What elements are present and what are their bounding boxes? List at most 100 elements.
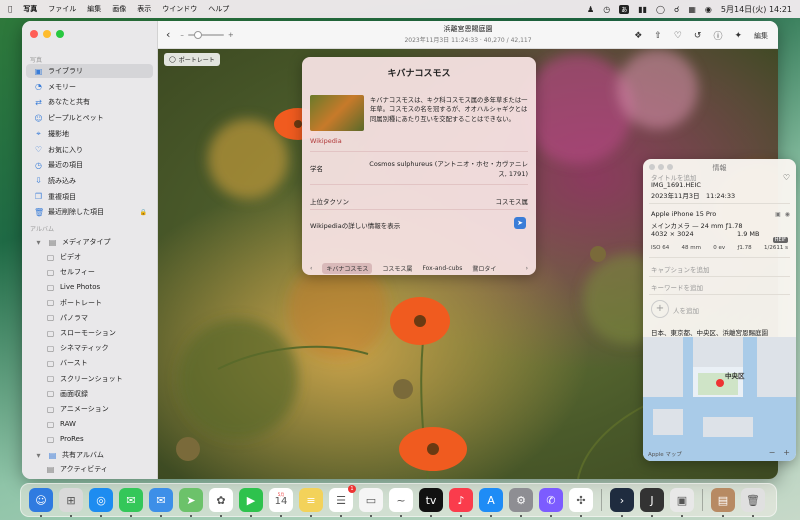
sidebar-item-live-photo[interactable]: ▢ Live Photos (38, 280, 153, 294)
sidebar-item-import[interactable]: ⇩ 読み込み (26, 174, 153, 188)
rotate-icon[interactable]: ↺ (694, 31, 702, 41)
chevron-left-icon[interactable]: ‹ (310, 265, 312, 272)
minimize-button[interactable] (43, 30, 51, 38)
favorite-heart-icon[interactable]: ♡ (674, 31, 682, 41)
sidebar-item-animation[interactable]: ▢ アニメーション (38, 402, 153, 416)
menu-photos[interactable]: 写真 (23, 4, 37, 14)
sidebar-item-portrait[interactable]: ▢ ポートレート (38, 296, 153, 310)
apple-menu-icon[interactable]:  (8, 5, 12, 13)
zoom-slider[interactable]: – + (180, 30, 234, 39)
reminders-app[interactable]: ☰ 1 (329, 485, 356, 517)
visual-lookup-icon[interactable]: ❖ (634, 31, 642, 41)
map-zoom-out-button[interactable]: − (769, 448, 776, 457)
sidebar-item-raw[interactable]: ▢ RAW (38, 417, 153, 431)
jetbrains-app[interactable]: J (640, 488, 664, 517)
downloads-stack[interactable]: ▤ (711, 488, 735, 517)
sidebar-item-duplicates[interactable]: ❐ 重複項目 (26, 190, 153, 204)
zoom-button[interactable] (56, 30, 64, 38)
maps-app[interactable]: ➤ (179, 488, 203, 517)
sidebar-item-trash[interactable]: 🗑 最近削除した項目 🔒 (26, 205, 153, 219)
menu-view[interactable]: 表示 (137, 4, 151, 14)
sidebar-media-types[interactable]: ▾ ▤ メディアタイプ (26, 235, 153, 249)
sidebar-item-burst[interactable]: ▢ バースト (38, 356, 153, 370)
lookup-tab[interactable]: 鵞ロタイ (472, 264, 496, 273)
menu-file[interactable]: ファイル (48, 4, 76, 14)
sidebar-item-panorama[interactable]: ▢ パノラマ (38, 311, 153, 325)
edit-button[interactable]: 編集 (754, 31, 768, 41)
chevron-down-icon[interactable]: ▾ (34, 451, 43, 460)
zoom-knob[interactable] (193, 30, 202, 39)
wikipedia-more-link[interactable]: Wikipediaの詳しい情報を表示 (310, 220, 400, 230)
location-map[interactable]: 中央区 Apple マップ − + (643, 337, 796, 461)
close-button[interactable] (30, 30, 38, 38)
location-pin-icon[interactable] (716, 379, 724, 387)
messages-app[interactable]: ✉ (119, 488, 143, 517)
facetime-app[interactable]: ▶ (239, 488, 263, 517)
sidebar-item-places[interactable]: ⌖ 撮影地 (26, 127, 153, 141)
info-icon[interactable]: ⓘ (713, 29, 722, 42)
favorite-heart-icon[interactable]: ♡ (783, 173, 790, 182)
siri-icon[interactable]: ◉ (705, 5, 712, 14)
finder-app[interactable]: ☺ (29, 488, 53, 517)
chatgpt-app[interactable]: ✣ (569, 488, 593, 517)
search-icon[interactable]: ☌ (674, 5, 679, 14)
calendar-app[interactable]: 5月 14 (269, 488, 293, 517)
zoom-track[interactable] (187, 30, 224, 39)
freeform2-app[interactable]: ~ (389, 488, 413, 517)
back-button[interactable]: ‹ (166, 28, 170, 41)
safari-compass-icon[interactable]: ➤ (514, 217, 526, 229)
mail-app[interactable]: ✉ (149, 488, 173, 517)
sidebar-item-cinematic[interactable]: ▢ シネマティック (38, 341, 153, 355)
appletv-app[interactable]: tv (419, 488, 443, 517)
sidebar-item-activity[interactable]: ▤ アクティビティ (38, 462, 153, 476)
chevron-right-icon[interactable]: › (526, 265, 528, 272)
launchpad-app[interactable]: ⊞ (59, 488, 83, 517)
sidebar-item-people[interactable]: ☺ ピープルとペット (26, 111, 153, 125)
user-icon[interactable]: ♟ (587, 5, 594, 14)
sidebar-item-shared-with-you[interactable]: ⇄ あなたと共有 (26, 95, 153, 109)
time-machine-icon[interactable]: ◷ (603, 5, 610, 14)
map-zoom-in-button[interactable]: + (783, 448, 790, 457)
notes-app[interactable]: ≡ (299, 488, 323, 517)
menu-window[interactable]: ウインドウ (162, 4, 197, 14)
enhance-icon[interactable]: ✦ (734, 31, 742, 41)
sidebar-item-memories[interactable]: ◔ メモリー (26, 80, 153, 94)
sidebar-item-video[interactable]: ▢ ビデオ (38, 250, 153, 264)
add-person-button[interactable]: 人を追加 (673, 305, 699, 315)
trash-app[interactable]: 🗑 (741, 488, 765, 517)
menu-image[interactable]: 画像 (112, 4, 126, 14)
lookup-tab[interactable]: キバナコスモス (322, 262, 373, 274)
caption-field[interactable]: キャプションを追加 (651, 264, 710, 274)
wifi-icon[interactable]: ◯ (656, 5, 665, 14)
music-app[interactable]: ♪ (449, 488, 473, 517)
sidebar-shared-albums[interactable]: ▾ ▤ 共有アルバム (26, 448, 153, 462)
safari-app[interactable]: ◎ (89, 488, 113, 517)
lookup-thumbnail[interactable] (310, 95, 364, 131)
sidebar-item-slomo[interactable]: ▢ スローモーション (38, 326, 153, 340)
messenger-app[interactable]: ✆ (539, 488, 563, 517)
keyword-field[interactable]: キーワードを追加 (651, 282, 703, 292)
terminal-app[interactable]: › (610, 488, 634, 517)
sidebar-item-screenshot[interactable]: ▢ スクリーンショット (38, 372, 153, 386)
sidebar-item-heart[interactable]: ♡ お気に入り (26, 143, 153, 157)
share-icon[interactable]: ⇧ (654, 31, 662, 41)
menubar-clock[interactable]: 5月14日(火) 14:21 (721, 4, 792, 15)
lookup-tab[interactable]: Fox-and-cubs (422, 265, 462, 272)
photos-app[interactable]: ✿ (209, 488, 233, 517)
preview-app[interactable]: ▣ (670, 488, 694, 517)
sidebar-item-prores[interactable]: ▢ ProRes (38, 432, 153, 446)
settings-app[interactable]: ⚙ (509, 488, 533, 517)
zoom-out-icon[interactable]: – (180, 31, 184, 39)
sidebar-item-selfie[interactable]: ▢ セルフィー (38, 265, 153, 279)
sidebar-item-photo-library[interactable]: ▣ ライブラリ (26, 64, 153, 78)
control-center-icon[interactable]: ▦ (688, 5, 696, 14)
battery-icon[interactable]: ▮▮ (638, 5, 647, 14)
zoom-in-icon[interactable]: + (228, 31, 234, 39)
appstore-app[interactable]: A (479, 488, 503, 517)
sidebar-item-screen-recording[interactable]: ▢ 画面収録 (38, 387, 153, 401)
freeform-app[interactable]: ▭ (359, 488, 383, 517)
portrait-badge[interactable]: ◯ ポートレート (164, 53, 220, 66)
lookup-source-link[interactable]: Wikipedia (310, 137, 342, 145)
menu-edit[interactable]: 編集 (87, 4, 101, 14)
sidebar-item-clock[interactable]: ◷ 最近の項目 (26, 158, 153, 172)
